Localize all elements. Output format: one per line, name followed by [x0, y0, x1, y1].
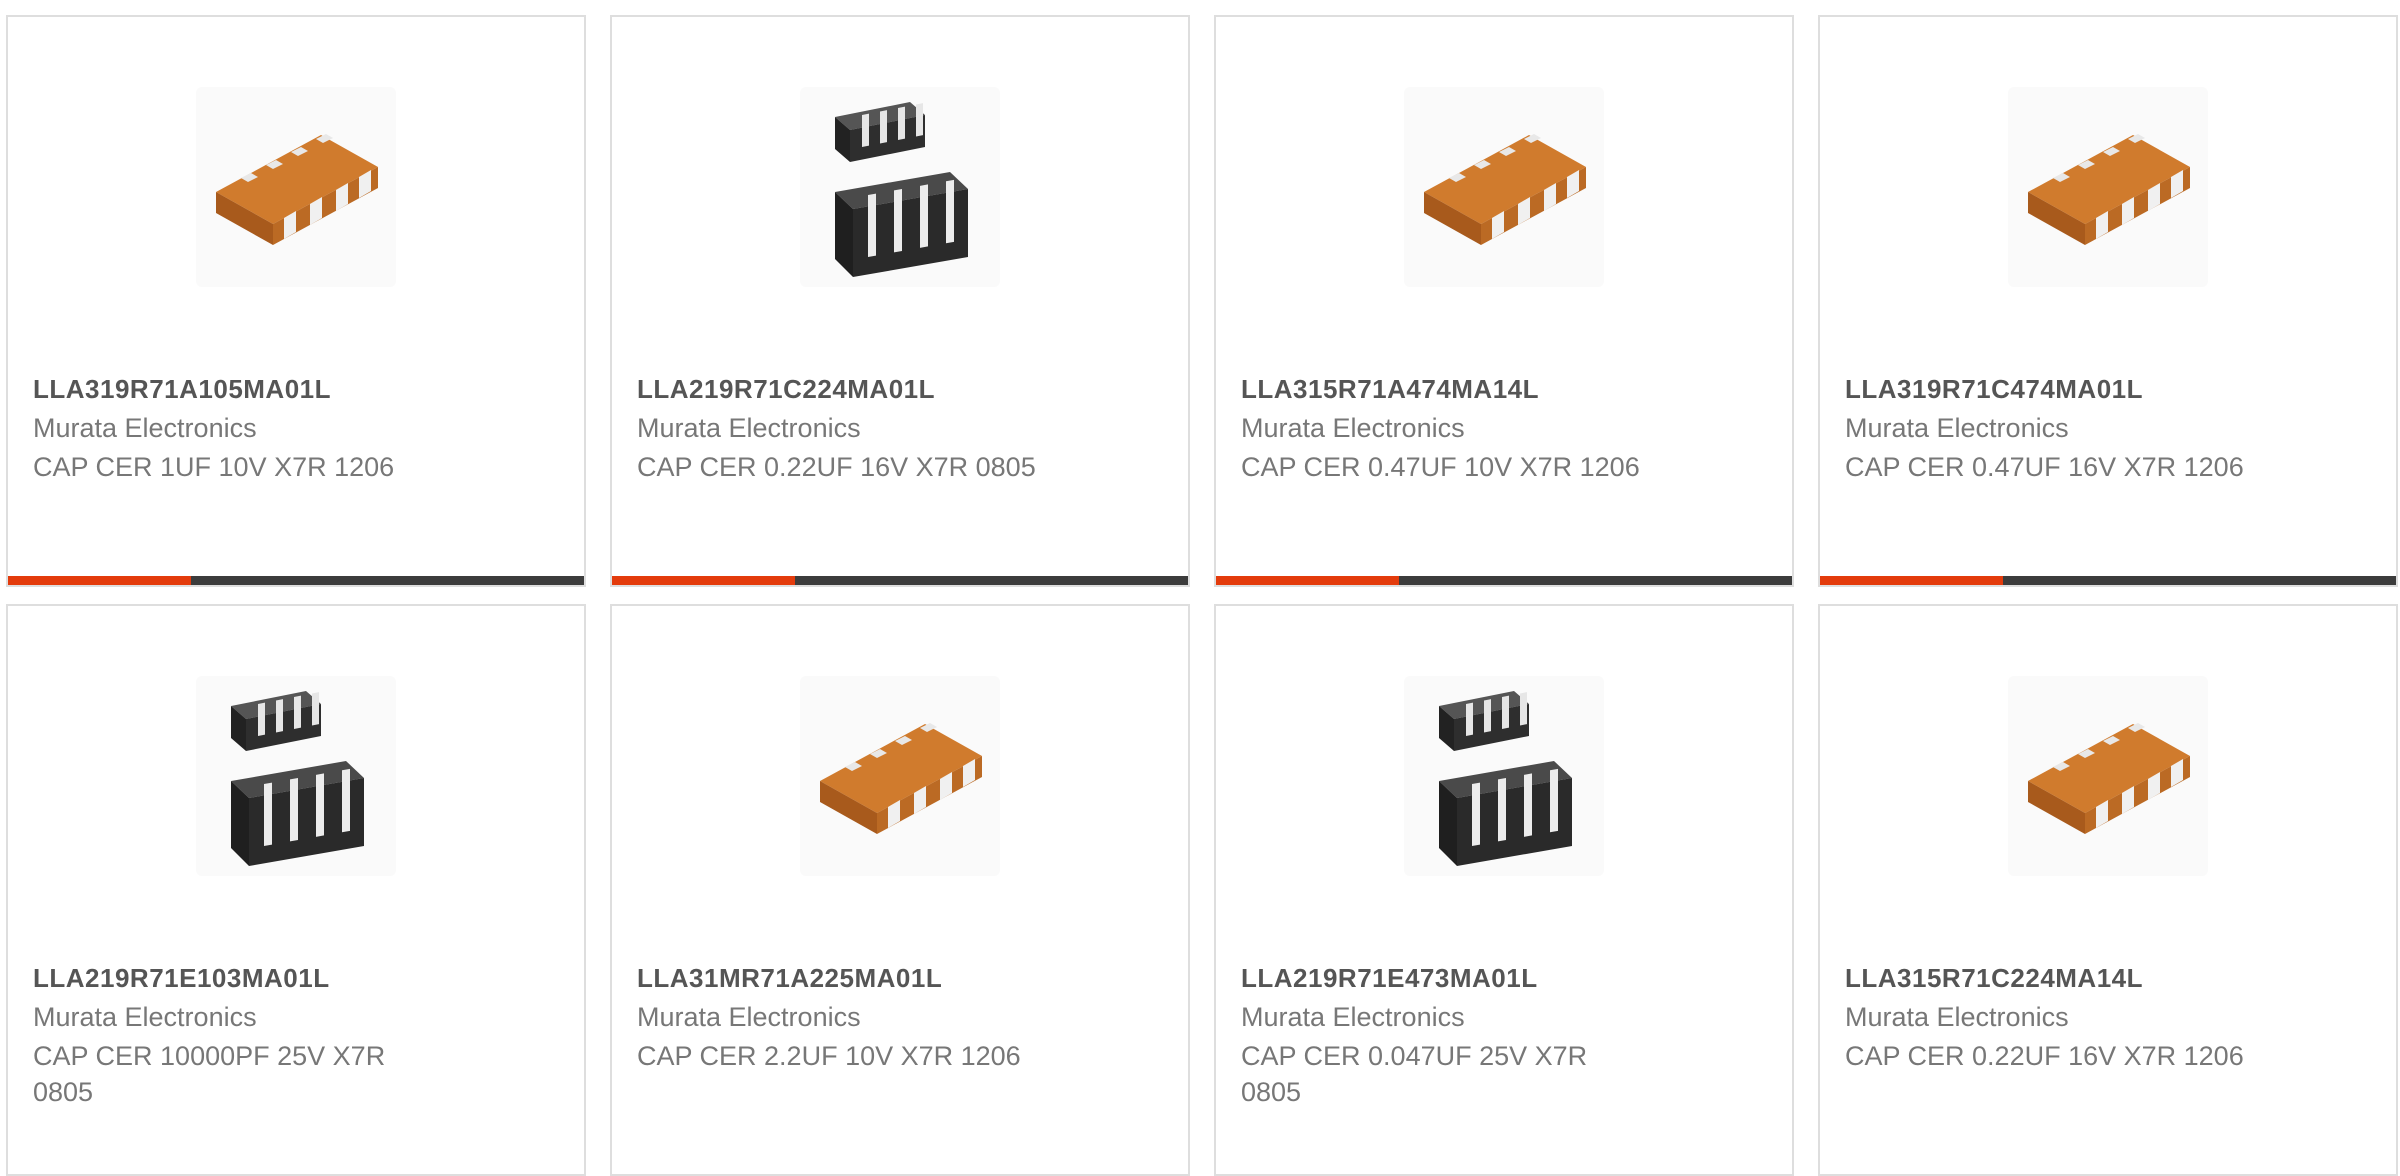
product-card[interactable]: LLA315R71C224MA14L Murata Electronics CA…	[1818, 604, 2398, 1176]
card-accent-bar	[612, 576, 1188, 585]
product-card[interactable]: LLA31MR71A225MA01L Murata Electronics CA…	[610, 604, 1190, 1176]
product-card[interactable]: LLA219R71C224MA01L Murata Electronics CA…	[610, 15, 1190, 587]
card-accent-bar	[1216, 576, 1792, 585]
manufacturer-name: Murata Electronics	[1845, 1002, 2069, 1032]
product-description: CAP CER 0.47UF 16V X7R 1206	[1845, 452, 2244, 482]
product-card[interactable]: LLA315R71A474MA14L Murata Electronics CA…	[1214, 15, 1794, 587]
part-number-link[interactable]: LLA315R71C224MA14L	[1845, 963, 2143, 994]
part-number-link[interactable]: LLA219R71C224MA01L	[637, 374, 935, 405]
product-description: CAP CER 0.47UF 10V X7R 1206	[1241, 452, 1640, 482]
part-number-link[interactable]: LLA319R71C474MA01L	[1845, 374, 2143, 405]
orange-array-capacitor-icon[interactable]	[800, 676, 1000, 876]
part-number-link[interactable]: LLA315R71A474MA14L	[1241, 374, 1539, 405]
product-description: CAP CER 0.047UF 25V X7R 0805	[1241, 1041, 1588, 1107]
product-description: CAP CER 10000PF 25V X7R 0805	[33, 1041, 386, 1107]
card-accent-segment	[1216, 576, 1399, 585]
product-card[interactable]: LLA319R71A105MA01L Murata Electronics CA…	[6, 15, 586, 587]
black-array-capacitor-icon[interactable]	[196, 676, 396, 876]
orange-array-capacitor-icon[interactable]	[2008, 676, 2208, 876]
orange-array-capacitor-icon[interactable]	[2008, 87, 2208, 287]
manufacturer-name: Murata Electronics	[33, 413, 257, 443]
part-number-link[interactable]: LLA219R71E103MA01L	[33, 963, 330, 994]
manufacturer-name: Murata Electronics	[1241, 1002, 1465, 1032]
manufacturer-name: Murata Electronics	[1845, 413, 2069, 443]
part-number-link[interactable]: LLA219R71E473MA01L	[1241, 963, 1538, 994]
product-description: CAP CER 0.22UF 16V X7R 0805	[637, 452, 1036, 482]
card-accent-segment	[1820, 576, 2003, 585]
product-card[interactable]: LLA319R71C474MA01L Murata Electronics CA…	[1818, 15, 2398, 587]
black-array-capacitor-icon[interactable]	[800, 87, 1000, 287]
card-accent-segment	[8, 576, 191, 585]
orange-array-capacitor-icon[interactable]	[196, 87, 396, 287]
orange-array-capacitor-icon[interactable]	[1404, 87, 1604, 287]
manufacturer-name: Murata Electronics	[1241, 413, 1465, 443]
manufacturer-name: Murata Electronics	[637, 1002, 861, 1032]
part-number-link[interactable]: LLA319R71A105MA01L	[33, 374, 331, 405]
card-accent-segment	[612, 576, 795, 585]
manufacturer-name: Murata Electronics	[33, 1002, 257, 1032]
card-accent-bar	[8, 576, 584, 585]
product-description: CAP CER 1UF 10V X7R 1206	[33, 452, 395, 482]
product-grid: LLA319R71A105MA01L Murata Electronics CA…	[0, 0, 2400, 1176]
product-card[interactable]: LLA219R71E103MA01L Murata Electronics CA…	[6, 604, 586, 1176]
black-array-capacitor-icon[interactable]	[1404, 676, 1604, 876]
card-accent-bar	[1820, 576, 2396, 585]
product-card[interactable]: LLA219R71E473MA01L Murata Electronics CA…	[1214, 604, 1794, 1176]
product-description: CAP CER 2.2UF 10V X7R 1206	[637, 1041, 1021, 1071]
product-description: CAP CER 0.22UF 16V X7R 1206	[1845, 1041, 2244, 1071]
manufacturer-name: Murata Electronics	[637, 413, 861, 443]
part-number-link[interactable]: LLA31MR71A225MA01L	[637, 963, 942, 994]
